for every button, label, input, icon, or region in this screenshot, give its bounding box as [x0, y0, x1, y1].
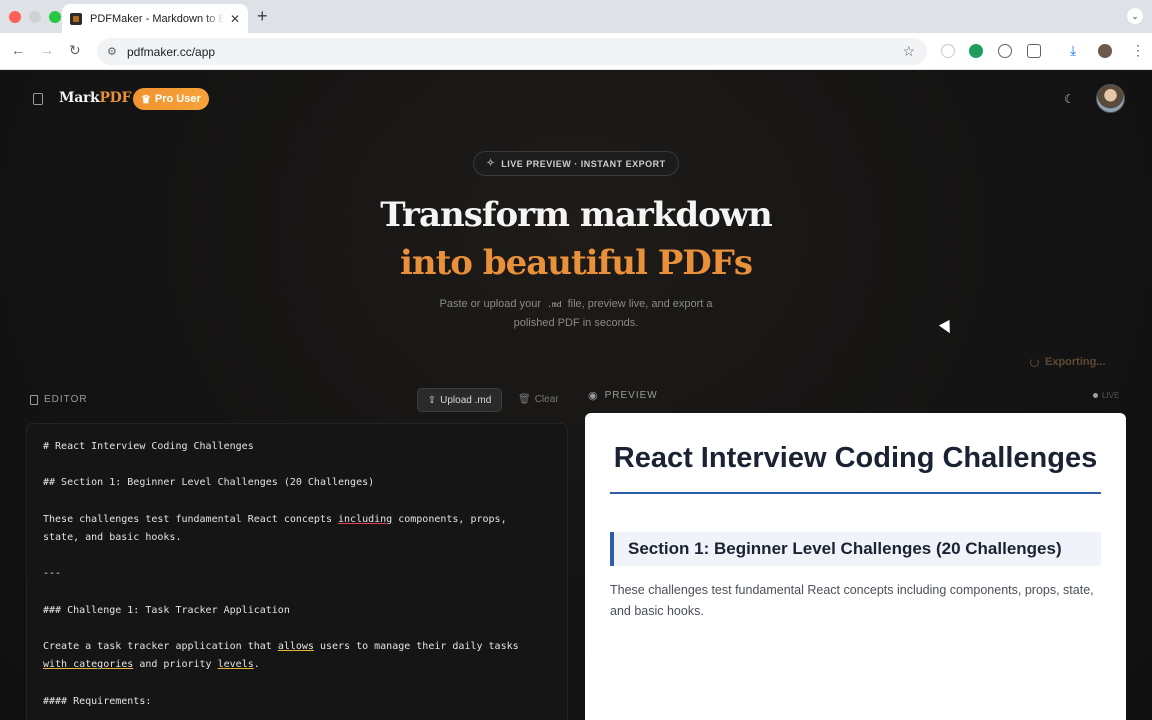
mouse-cursor-icon — [938, 319, 956, 337]
upload-md-button[interactable]: ⇪ Upload .md — [417, 388, 502, 412]
preview-paragraph: These challenges test fundamental React … — [610, 583, 1094, 618]
extension-icon[interactable] — [998, 44, 1012, 58]
hero-badge: ✧ LIVE PREVIEW · INSTANT EXPORT — [473, 151, 679, 176]
exporting-status: Exporting... — [1030, 356, 1106, 368]
browser-tab-strip: PDFMaker - Markdown to Beautiful PDF ✕ +… — [0, 0, 1152, 33]
markdown-editor[interactable]: # React Interview Coding Challenges ## S… — [26, 423, 568, 720]
editor-line: state, and basic hooks. — [43, 532, 182, 544]
site-settings-icon[interactable]: ⚙ — [107, 45, 119, 58]
tab-title: PDFMaker - Markdown to Beautiful PDF — [90, 12, 224, 25]
favicon-icon — [70, 12, 82, 25]
url-text: pdfmaker.cc/app — [127, 44, 216, 59]
live-dot-icon — [1093, 393, 1098, 398]
editor-line: --- — [43, 568, 62, 580]
browser-toolbar: ← → ↻ ⚙ pdfmaker.cc/app ☆ ⤓ ⋮ — [0, 33, 1152, 70]
tab-search-chevron-icon[interactable]: ⌄ — [1127, 8, 1143, 24]
preview-section-heading: Section 1: Beginner Level Challenges (20… — [610, 532, 1101, 566]
theme-toggle-moon-icon[interactable]: ☾ — [1064, 92, 1075, 106]
app-root: MarkPDF ♛ Pro User ☾ ✧ LIVE PREVIEW · INS… — [0, 70, 1152, 720]
tab-close-icon[interactable]: ✕ — [230, 12, 240, 26]
live-indicator: LIVE — [1093, 391, 1119, 400]
minimize-window-button[interactable] — [29, 11, 41, 23]
close-window-button[interactable] — [9, 11, 21, 23]
profile-avatar[interactable] — [1098, 44, 1112, 58]
grammarly-icon[interactable] — [969, 44, 983, 58]
editor-line: # React Interview Coding Challenges — [43, 441, 254, 452]
reload-icon[interactable]: ↻ — [69, 42, 81, 59]
editor-line: Create a task tracker application that a… — [43, 641, 519, 653]
editor-line: ### Challenge 1: Task Tracker Applicatio… — [43, 604, 290, 616]
eye-icon: ◉ — [588, 390, 599, 402]
editor-line: These challenges test fundamental React … — [43, 513, 507, 525]
pdf-preview: React Interview Coding Challenges Sectio… — [585, 413, 1126, 720]
extension-icon[interactable] — [941, 44, 955, 58]
back-arrow-icon[interactable]: ← — [11, 42, 25, 58]
preview-label: ◉ PREVIEW — [588, 390, 658, 402]
maximize-window-button[interactable] — [49, 11, 61, 23]
user-avatar[interactable] — [1096, 84, 1125, 113]
sparkle-icon: ✧ — [486, 158, 496, 169]
editor-line: #### Requirements: — [43, 695, 152, 707]
crown-icon: ♛ — [141, 93, 151, 106]
logo[interactable]: MarkPDF — [59, 90, 131, 106]
address-bar[interactable]: ⚙ pdfmaker.cc/app ☆ — [97, 38, 927, 65]
hero-title: Transform markdown into beautiful PDFs — [380, 195, 773, 283]
pro-user-badge[interactable]: ♛ Pro User — [133, 88, 209, 110]
extensions-puzzle-icon[interactable] — [1027, 44, 1041, 58]
editor-label: EDITOR — [30, 394, 88, 405]
browser-tab-active[interactable]: PDFMaker - Markdown to Beautiful PDF ✕ — [62, 4, 248, 33]
app-header: MarkPDF ♛ Pro User ☾ — [0, 70, 1152, 128]
new-tab-icon[interactable]: + — [257, 6, 268, 27]
editor-line: with categories and priority levels. — [43, 659, 260, 671]
file-icon — [33, 93, 43, 105]
trash-icon: 🗑 — [518, 394, 531, 405]
browser-menu-icon[interactable]: ⋮ — [1131, 42, 1145, 59]
forward-arrow-icon[interactable]: → — [40, 42, 54, 58]
clear-button[interactable]: 🗑 Clear — [518, 394, 559, 405]
upload-icon: ⇪ — [427, 394, 437, 406]
bookmark-star-icon[interactable]: ☆ — [902, 43, 915, 60]
preview-heading: React Interview Coding Challenges — [610, 439, 1101, 494]
hero-subtitle: Paste or upload your .md file, preview l… — [439, 298, 713, 329]
document-icon — [30, 394, 38, 405]
window-controls — [9, 11, 61, 23]
download-icon[interactable]: ⤓ — [1070, 42, 1076, 59]
spinner-icon — [1030, 357, 1039, 367]
editor-line: ## Section 1: Beginner Level Challenges … — [43, 477, 375, 489]
